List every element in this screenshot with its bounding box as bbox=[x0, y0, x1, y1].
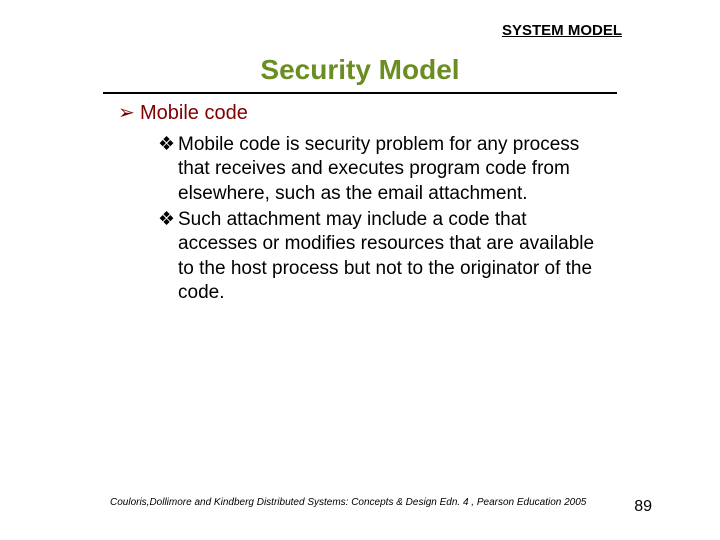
content-block: ➢Mobile code ❖Mobile code is security pr… bbox=[118, 100, 618, 307]
level2-text: Mobile code is security problem for any … bbox=[178, 133, 598, 206]
level2-text: Such attachment may include a code that … bbox=[178, 208, 598, 305]
page-number: 89 bbox=[634, 498, 652, 516]
title-underline bbox=[103, 92, 617, 94]
outline-level2-item: ❖Such attachment may include a code that… bbox=[158, 208, 618, 305]
level1-text: Mobile code bbox=[140, 102, 248, 124]
outline-level2-item: ❖Mobile code is security problem for any… bbox=[158, 133, 618, 206]
header-label: SYSTEM MODEL bbox=[502, 22, 622, 39]
page-title: Security Model bbox=[0, 54, 720, 86]
outline-level1: ➢Mobile code bbox=[118, 100, 618, 125]
arrow-bullet-icon: ➢ bbox=[118, 100, 140, 125]
diamond-bullet-icon: ❖ bbox=[158, 133, 178, 157]
diamond-bullet-icon: ❖ bbox=[158, 208, 178, 232]
footer-citation: Couloris,Dollimore and Kindberg Distribu… bbox=[110, 497, 586, 508]
